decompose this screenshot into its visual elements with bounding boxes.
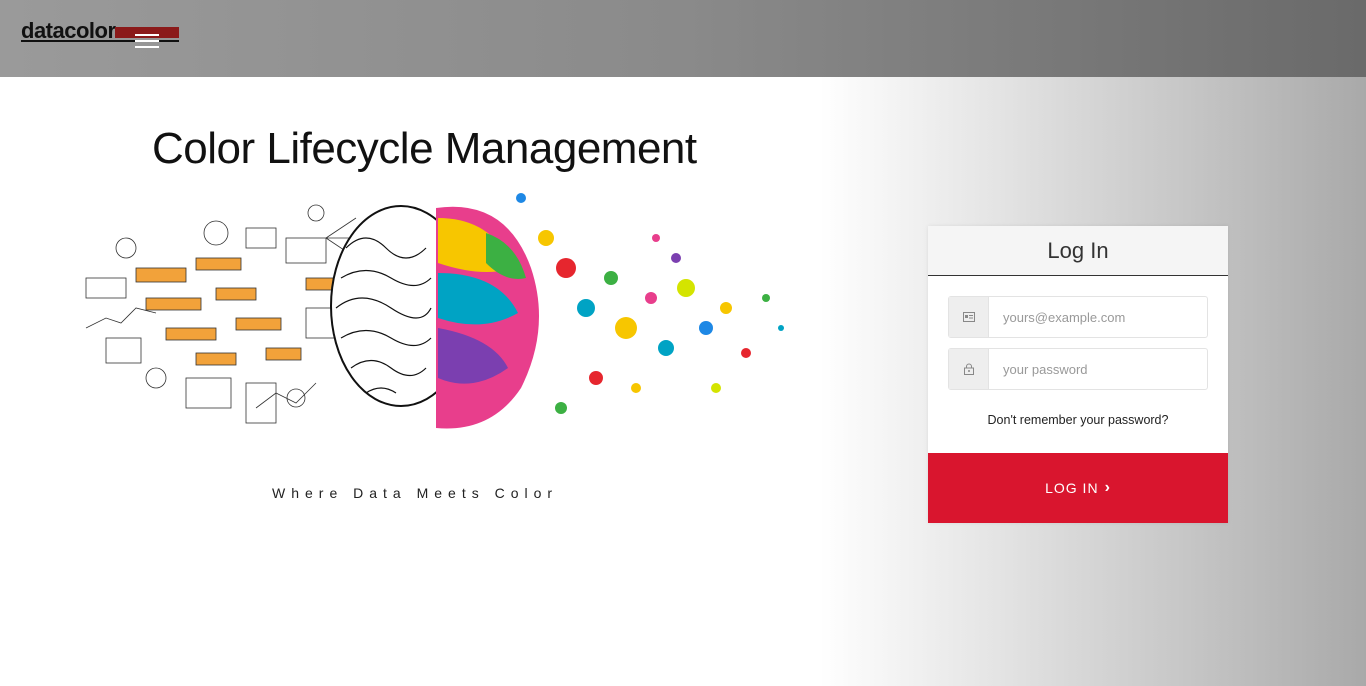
- email-field: [948, 296, 1208, 338]
- tagline: Where Data Meets Color: [272, 485, 559, 501]
- id-card-icon: [949, 297, 989, 337]
- login-title: Log In: [928, 226, 1228, 276]
- top-bar: datacolor: [0, 0, 1366, 77]
- password-input[interactable]: [990, 349, 1207, 389]
- login-button-label: LOG IN: [1045, 480, 1099, 496]
- lock-icon: [949, 349, 989, 389]
- login-button[interactable]: LOG IN ›: [928, 453, 1228, 523]
- login-panel: Log In Don't remember your password? LOG…: [928, 226, 1228, 523]
- email-input[interactable]: [990, 297, 1207, 337]
- hamburger-menu-icon[interactable]: [135, 34, 159, 48]
- password-field: [948, 348, 1208, 390]
- page-title: Color Lifecycle Management: [152, 124, 697, 173]
- forgot-password-link[interactable]: Don't remember your password?: [928, 413, 1228, 427]
- brain-illustration: [85, 193, 784, 429]
- chevron-right-icon: ›: [1104, 479, 1111, 496]
